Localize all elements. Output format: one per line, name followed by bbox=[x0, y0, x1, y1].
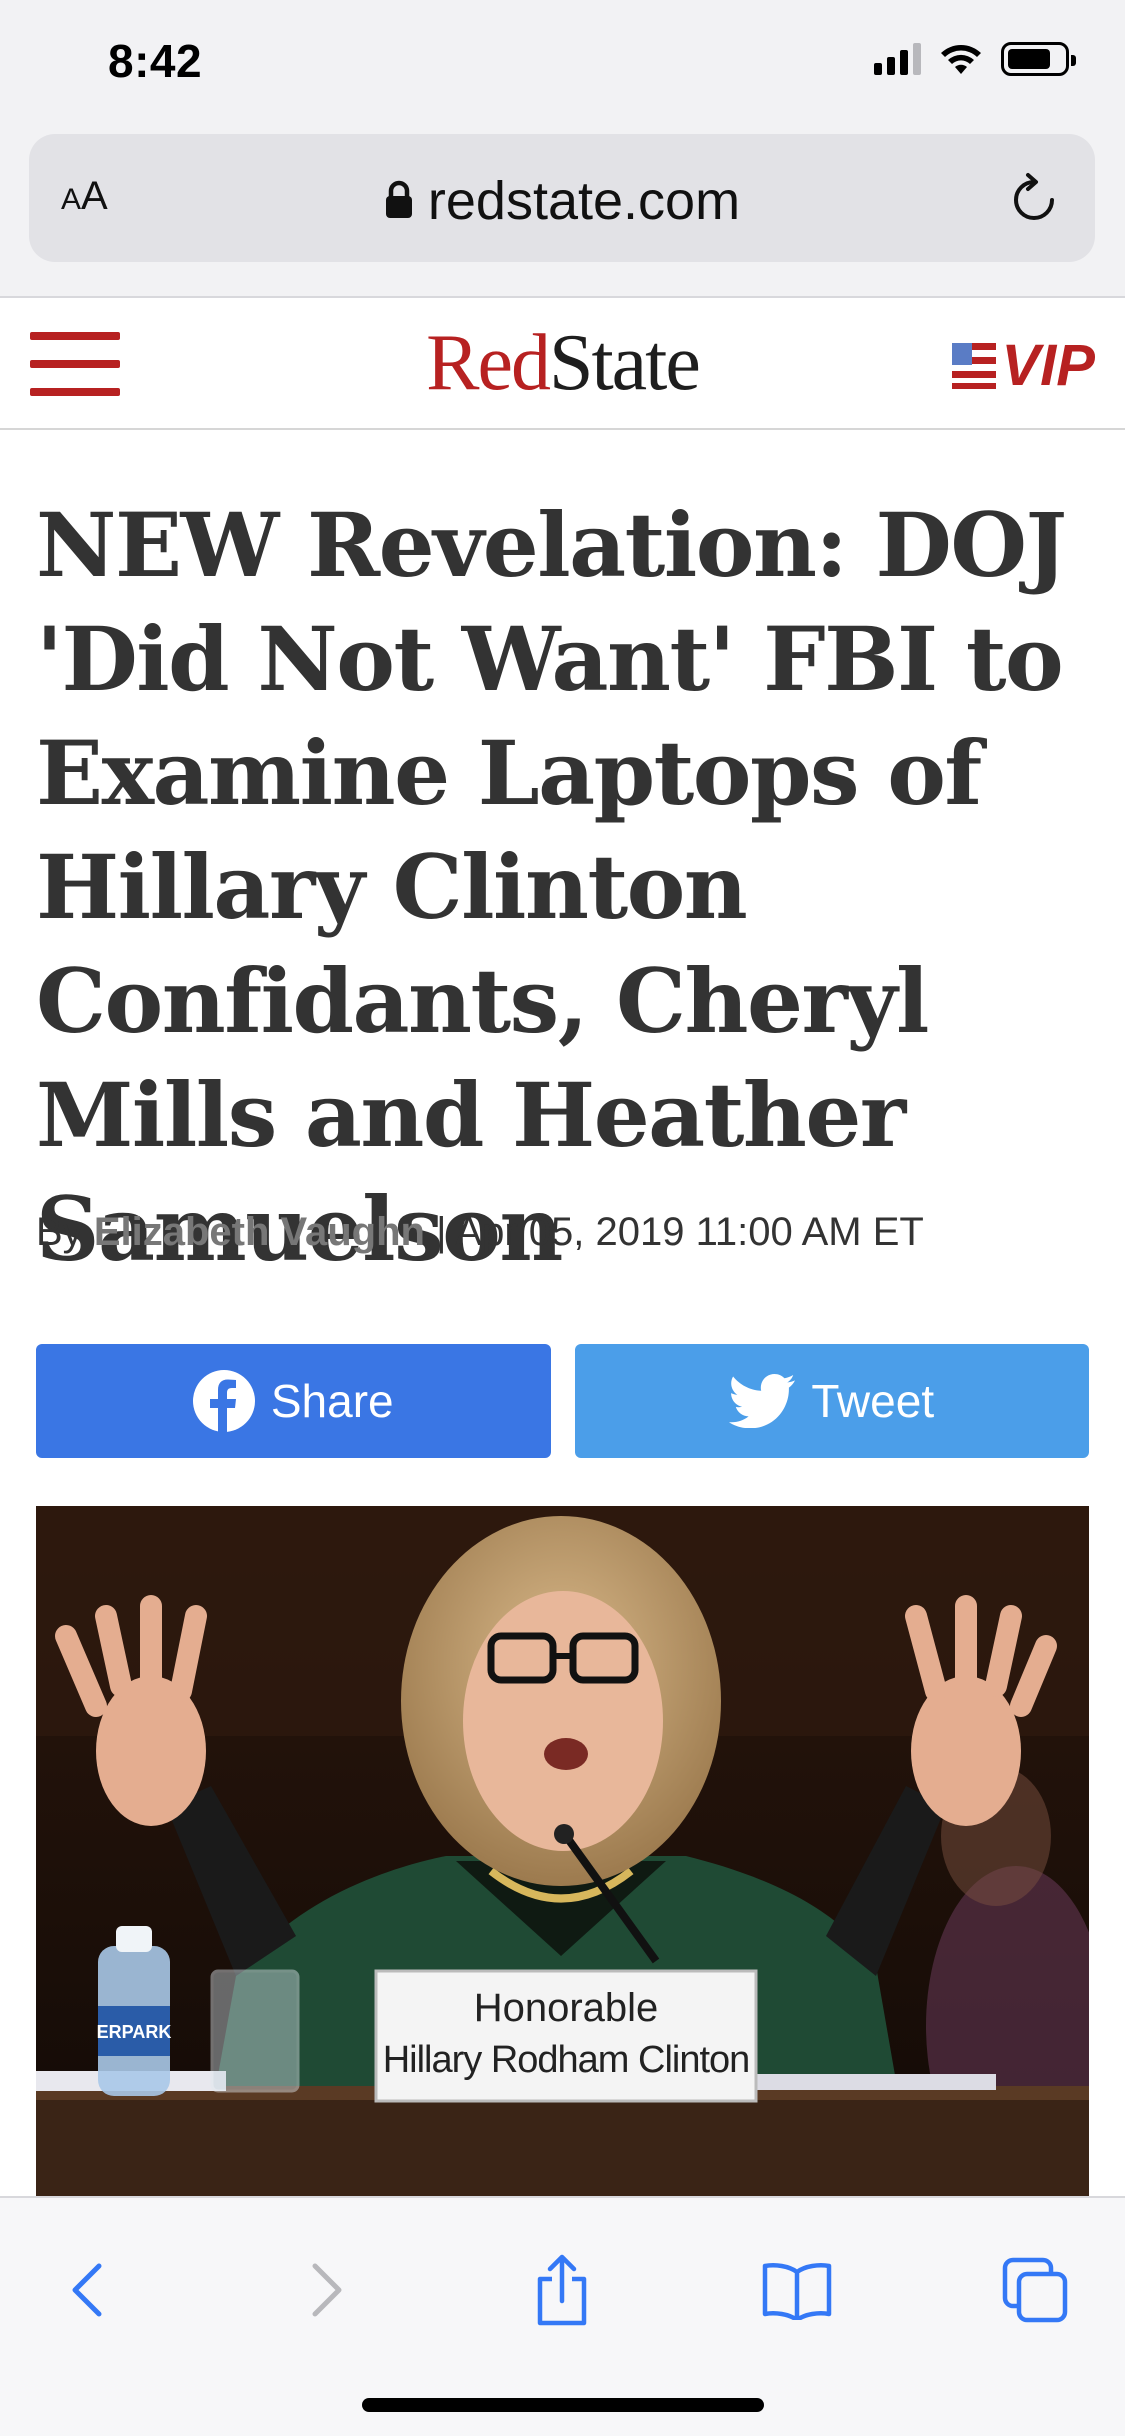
tweet-label: Tweet bbox=[811, 1375, 935, 1427]
home-indicator[interactable] bbox=[362, 2398, 764, 2412]
cellular-signal-icon bbox=[874, 43, 921, 75]
back-button[interactable] bbox=[42, 2250, 132, 2330]
bookmarks-icon bbox=[762, 2263, 832, 2320]
url-display[interactable]: redstate.com bbox=[29, 170, 1095, 232]
wifi-icon bbox=[941, 45, 981, 74]
byline-prefix: By bbox=[36, 1210, 83, 1254]
tabs-button[interactable] bbox=[990, 2250, 1080, 2330]
status-time: 8:42 bbox=[108, 35, 203, 87]
browser-chrome: AA redstate.com bbox=[0, 130, 1125, 298]
forward-button[interactable] bbox=[282, 2250, 372, 2330]
logo-black-part: State bbox=[548, 319, 701, 407]
share-icon bbox=[537, 2254, 587, 2326]
vip-link[interactable]: VIP bbox=[951, 332, 1096, 399]
share-label: Share bbox=[270, 1375, 394, 1427]
publish-date: Apr 05, 2019 11:00 AM ET bbox=[455, 1210, 924, 1254]
facebook-share-button[interactable]: Share bbox=[36, 1344, 551, 1458]
share-page-button[interactable] bbox=[517, 2250, 607, 2330]
forward-icon bbox=[312, 2263, 342, 2317]
name-placard: Honorable Hillary Rodham Clinton bbox=[376, 1976, 756, 2096]
lock-icon bbox=[385, 180, 412, 218]
placard-line-2: Hillary Rodham Clinton bbox=[382, 2039, 751, 2081]
logo-red-part: Red bbox=[426, 319, 551, 407]
twitter-icon bbox=[729, 1374, 796, 1428]
back-icon bbox=[72, 2263, 102, 2317]
status-bar: 8:42 bbox=[0, 0, 1125, 130]
flag-icon bbox=[951, 342, 996, 389]
byline: By Elizabeth Vaughn | Apr 05, 2019 11:00… bbox=[36, 1210, 924, 1255]
bottle-label: ERPARK bbox=[97, 2022, 172, 2042]
tabs-icon bbox=[1002, 2257, 1068, 2323]
byline-separator: | bbox=[436, 1210, 447, 1254]
address-bar[interactable]: AA redstate.com bbox=[29, 134, 1095, 262]
twitter-tweet-button[interactable]: Tweet bbox=[574, 1344, 1089, 1458]
facebook-icon bbox=[192, 1370, 255, 1432]
reload-icon[interactable] bbox=[1009, 172, 1059, 226]
placard-line-1: Honorable bbox=[473, 1986, 659, 2030]
site-header: RedState VIP bbox=[0, 298, 1125, 430]
browser-toolbar bbox=[0, 2196, 1125, 2436]
vip-label: VIP bbox=[1001, 333, 1096, 398]
bookmarks-button[interactable] bbox=[752, 2250, 842, 2330]
battery-icon bbox=[1001, 42, 1076, 76]
status-icons bbox=[874, 42, 1076, 76]
article-headline: NEW Revelation: DOJ 'Did Not Want' FBI t… bbox=[36, 493, 1067, 1281]
article-photo: ERPARK Honorable Hillary Rodham Clinton bbox=[36, 1506, 1089, 2196]
url-text: redstate.com bbox=[427, 171, 741, 231]
share-buttons: Share Tweet bbox=[36, 1344, 1089, 1458]
author-link[interactable]: Elizabeth Vaughn bbox=[94, 1210, 425, 1254]
